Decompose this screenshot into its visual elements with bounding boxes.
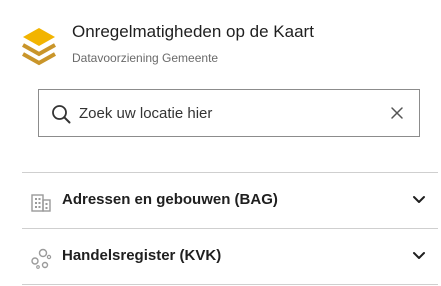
building-icon xyxy=(31,194,51,212)
search-input[interactable] xyxy=(79,90,379,136)
close-icon[interactable] xyxy=(390,106,404,120)
search-box xyxy=(38,89,420,137)
chevron-down-icon[interactable] xyxy=(412,251,426,261)
divider xyxy=(22,284,438,285)
network-nodes-icon xyxy=(31,248,52,269)
panel-label: Adressen en gebouwen (BAG) xyxy=(62,191,278,208)
panel-kvk[interactable]: Handelsregister (KVK) xyxy=(22,229,438,285)
chevron-down-icon[interactable] xyxy=(412,195,426,205)
panel-label: Handelsregister (KVK) xyxy=(62,247,222,264)
app-page: Onregelmatigheden op de Kaart Datavoorzi… xyxy=(0,0,441,286)
search-icon[interactable] xyxy=(51,104,71,124)
stacked-layers-icon xyxy=(22,28,56,66)
app-header: Onregelmatigheden op de Kaart Datavoorzi… xyxy=(0,0,441,80)
panel-bag[interactable]: Adressen en gebouwen (BAG) xyxy=(22,173,438,229)
app-title: Onregelmatigheden op de Kaart xyxy=(72,22,314,41)
app-subtitle: Datavoorziening Gemeente xyxy=(72,51,219,65)
